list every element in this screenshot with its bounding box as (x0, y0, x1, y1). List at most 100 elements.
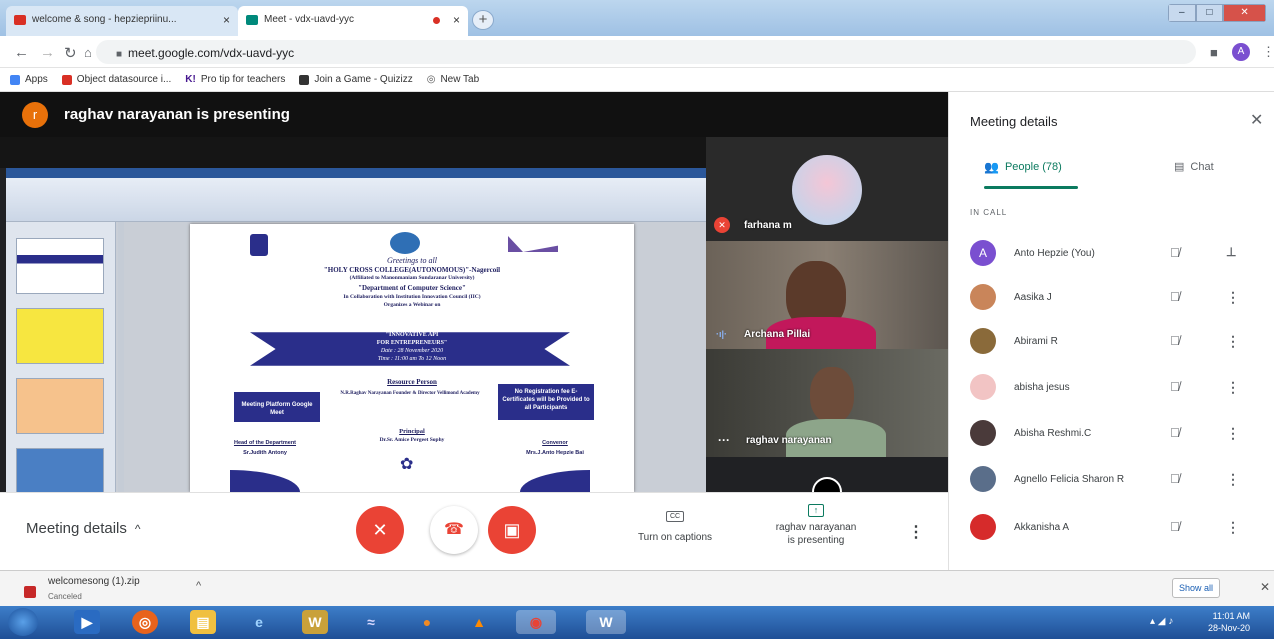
more-options-icon[interactable]: ⋮ (1226, 471, 1240, 488)
hang-up-icon: ☎ (444, 521, 464, 538)
vlc-icon[interactable]: ▲ (466, 610, 492, 634)
slide-convenor: Mrs.J.Anto Hepzie Bai (526, 450, 584, 456)
chat-icon: ▤ (1174, 161, 1185, 173)
more-options-icon[interactable]: ⋮ (908, 522, 924, 542)
app-icon[interactable]: ◎ (132, 610, 158, 634)
tab-meet[interactable]: Meet - vdx-uavd-yyc × (238, 6, 468, 36)
mic-toggle-button[interactable]: ✕ (356, 506, 404, 554)
slide-speaker: N.R.Raghav Narayanan Founder & Director … (340, 391, 480, 396)
slide-date: Date : 28 November 2020 (380, 348, 444, 354)
bookmark-object-datasource[interactable]: Object datasource i... (61, 74, 171, 85)
kahoot-icon: K! (185, 74, 196, 85)
bookmark-quizizz[interactable]: Join a Game - Quizizz (299, 74, 413, 85)
participant-list-item[interactable]: Abirami R 🎙̸ ⋮ (948, 324, 1274, 368)
url-text[interactable]: ■ meet.google.com/vdx-uavd-yyc (116, 46, 294, 60)
minimize-icon[interactable]: – (1168, 4, 1196, 22)
participant-tile-farhana[interactable]: ✕ farhana m (706, 137, 948, 241)
more-options-icon[interactable]: ⋮ (1226, 519, 1240, 536)
more-options-icon[interactable]: ··· (718, 433, 730, 447)
apps-grid-icon (10, 74, 20, 85)
participant-list-item[interactable]: Abisha Reshmi.C 🎙̸ ⋮ (948, 416, 1274, 460)
participant-name: Aasika J (1014, 292, 1052, 303)
participant-list-item[interactable]: Agnello Felicia Sharon R 🎙̸ ⋮ (948, 462, 1274, 506)
participant-name: abisha jesus (1014, 382, 1070, 393)
word-document-icon[interactable]: W (586, 610, 626, 634)
clock-date: 28-Nov-20 (1208, 623, 1251, 633)
participant-tile-archana[interactable]: ·ı|· Archana Pillai (706, 241, 948, 349)
more-options-icon[interactable]: ⋮ (1226, 333, 1240, 350)
recording-dot-icon (433, 17, 440, 24)
close-icon[interactable]: × (453, 13, 460, 27)
maximize-icon[interactable]: □ (1195, 4, 1224, 22)
reload-icon[interactable]: ↻ (64, 44, 77, 62)
show-all-button[interactable]: Show all (1172, 578, 1220, 598)
speaking-icon: ·ı|· (716, 329, 728, 339)
word-app-icon[interactable]: W (302, 610, 328, 634)
participant-name: Archana Pillai (744, 329, 811, 340)
back-icon[interactable]: ← (14, 44, 29, 61)
close-icon[interactable]: ✕ (1260, 580, 1270, 594)
captions-button[interactable]: CC Turn on captions (620, 510, 730, 543)
avatar (970, 374, 996, 400)
more-options-icon[interactable]: ⋮ (1226, 379, 1240, 396)
participant-name: Abisha Reshmi.C (1014, 428, 1092, 439)
camera-toggle-button[interactable]: ▣ (488, 506, 536, 554)
presenting-button[interactable]: ↑ raghav narayanan is presenting (756, 504, 876, 547)
close-icon[interactable]: ✕ (1250, 110, 1263, 130)
internet-explorer-icon[interactable]: e (246, 610, 272, 634)
leave-call-button[interactable]: ☎ (430, 506, 478, 554)
profile-avatar[interactable]: A (1232, 43, 1250, 61)
new-tab-button[interactable]: + (472, 10, 494, 30)
tab-welcome-song[interactable]: welcome & song - hepziepriinu... × (6, 6, 238, 36)
mic-off-icon: ✕ (372, 520, 388, 540)
download-filename[interactable]: welcomesong (1).zip (48, 576, 140, 587)
slide-platform-box: Meeting Platform Google Meet (234, 392, 320, 422)
folder-icon[interactable]: ▤ (190, 610, 216, 634)
network-icon[interactable]: ≈ (358, 610, 384, 634)
chevron-up-icon[interactable]: ^ (196, 580, 201, 592)
browser-menu-icon[interactable]: ⋮ (1262, 44, 1274, 60)
presenting-banner: r raghav narayanan is presenting (0, 92, 948, 137)
home-icon[interactable]: ⌂ (84, 45, 92, 60)
more-options-icon[interactable]: ⋮ (1226, 425, 1240, 442)
forward-icon[interactable]: → (40, 44, 55, 61)
chevron-up-icon: ^ (134, 521, 141, 536)
avatar (970, 284, 996, 310)
mic-off-icon: 🎙̸ (1170, 289, 1180, 304)
pin-icon[interactable]: ⊥ (1226, 245, 1236, 259)
start-button[interactable] (8, 608, 38, 636)
slide-hod-heading: Head of the Department (233, 440, 297, 446)
clock[interactable]: 11:01 AM 28-Nov-20 (1208, 610, 1250, 634)
bookmark-pro-tip[interactable]: K! Pro tip for teachers (185, 74, 285, 85)
participant-tile-raghav[interactable]: ··· raghav narayanan (706, 349, 948, 457)
close-icon[interactable]: × (223, 13, 230, 27)
bookmark-new-tab[interactable]: ◎ New Tab (427, 74, 479, 85)
avatar (970, 420, 996, 446)
close-window-icon[interactable]: ✕ (1223, 4, 1266, 22)
mic-off-icon: 🎙̸ (1170, 519, 1180, 534)
participant-video (810, 367, 854, 423)
innovation-cell-logo-icon (508, 236, 558, 252)
participant-list-item[interactable]: Akkanisha A 🎙̸ ⋮ (948, 510, 1274, 554)
firefox-icon[interactable]: ● (414, 610, 440, 634)
tab-people[interactable]: 👥 People (78) (984, 160, 1062, 174)
participant-name: Akkanisha A (1014, 522, 1070, 533)
media-player-icon[interactable]: ▶ (74, 610, 100, 634)
zip-file-icon (24, 586, 36, 598)
participant-avatar (792, 155, 862, 225)
window-controls: – □ ✕ (1168, 4, 1266, 22)
participant-list-item[interactable]: Aasika J 🎙̸ ⋮ (948, 280, 1274, 324)
slide-affiliation: (Affiliated to Manonmaniam Sundaranar Un… (349, 275, 475, 281)
tab-chat[interactable]: ▤ Chat (1174, 160, 1214, 174)
tab-title: Meet - vdx-uavd-yyc (264, 14, 355, 25)
participant-list-item[interactable]: A Anto Hepzie (You) 🎙̸ ⊥ (948, 236, 1274, 280)
iic-logo-icon (390, 232, 420, 254)
camera-icon[interactable]: ■ (1210, 45, 1218, 60)
more-options-icon[interactable]: ⋮ (1226, 289, 1240, 306)
meeting-details-button[interactable]: Meeting details ^ (26, 520, 141, 537)
bookmark-apps[interactable]: Apps (10, 74, 48, 85)
participant-list-item[interactable]: abisha jesus 🎙̸ ⋮ (948, 370, 1274, 414)
globe-icon: ◎ (426, 74, 436, 85)
chrome-icon[interactable]: ◉ (516, 610, 556, 634)
participant-avatar (812, 477, 842, 492)
